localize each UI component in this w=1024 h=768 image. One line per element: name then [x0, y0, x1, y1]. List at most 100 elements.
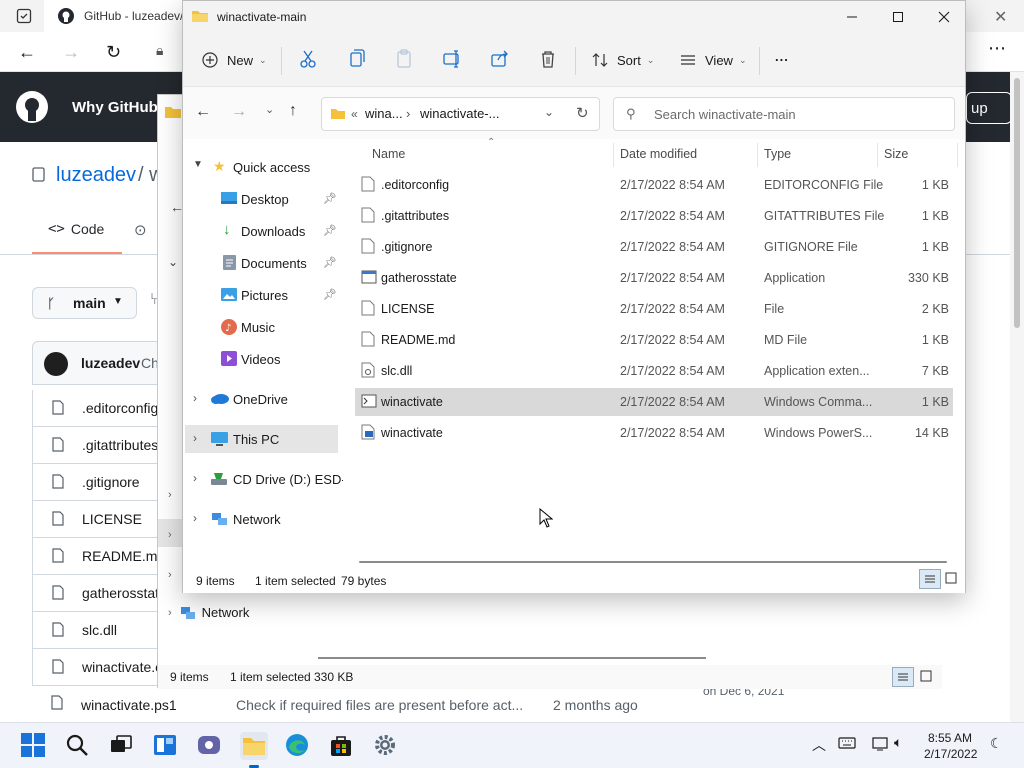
address-overflow-icon[interactable]: «: [351, 107, 358, 121]
details-view-icon[interactable]: [892, 667, 914, 687]
repo-owner-link[interactable]: luzeadev: [56, 164, 136, 187]
chevron-right-icon[interactable]: ›: [168, 569, 172, 581]
back-arrow-icon[interactable]: ←: [195, 103, 211, 121]
chevron-right-icon[interactable]: ›: [168, 489, 172, 501]
store-icon[interactable]: [328, 732, 356, 760]
browser-scroll-thumb[interactable]: [1014, 78, 1020, 328]
pin-icon[interactable]: 📌︎: [323, 288, 337, 301]
column-separator[interactable]: [957, 143, 958, 167]
minimize-button[interactable]: [829, 1, 875, 33]
file-row[interactable]: LICENSE 2/17/2022 8:54 AM File 2 KB: [355, 295, 953, 323]
recent-locations-icon[interactable]: ⌄: [265, 103, 274, 116]
nav-item-cd-drive[interactable]: › CD Drive (D:) ESD-IS: [183, 465, 358, 493]
file-name[interactable]: .gitattributes: [82, 437, 158, 453]
details-view-icon[interactable]: [919, 569, 941, 589]
file-row[interactable]: winactivate 2/17/2022 8:54 AM Windows Powe…: [355, 419, 953, 447]
pin-icon[interactable]: 📌︎: [323, 256, 337, 269]
file-name[interactable]: .editorconfig: [82, 400, 158, 416]
tiles-view-icon[interactable]: [941, 569, 963, 589]
file-name[interactable]: LICENSE: [82, 511, 142, 527]
file-name[interactable]: README.md: [82, 548, 165, 564]
notification-moon-icon[interactable]: ☾: [990, 735, 1003, 752]
copy-icon[interactable]: [343, 46, 369, 72]
pin-icon[interactable]: 📌︎: [323, 224, 337, 237]
nav-item-this-pc[interactable]: › This PC: [185, 425, 338, 453]
file-row[interactable]: gatherosstate 2/17/2022 8:54 AM Applicatio…: [355, 264, 953, 292]
why-github-link[interactable]: Why GitHub: [72, 99, 158, 116]
table-row[interactable]: LICENSE: [32, 501, 162, 538]
chevron-right-icon[interactable]: ›: [168, 529, 172, 541]
chevron-up-icon[interactable]: ︿: [812, 735, 826, 755]
nav-item-onedrive[interactable]: › OneDrive: [183, 385, 341, 413]
browser-tab[interactable]: GitHub - luzeadev/: [44, 0, 194, 32]
file-row[interactable]: .gitattributes 2/17/2022 8:54 AM GITATTRIB…: [355, 202, 953, 230]
chevron-down-icon[interactable]: ⌄: [168, 255, 178, 269]
address-bar[interactable]: « wina... › winactivate-... ⌄ ↻: [321, 97, 600, 131]
search-input[interactable]: ⚲ Search winactivate-main: [613, 97, 955, 131]
close-button[interactable]: [921, 1, 967, 33]
edge-icon[interactable]: [284, 732, 312, 760]
github-logo-icon[interactable]: [16, 91, 48, 123]
rename-icon[interactable]: [439, 46, 465, 72]
view-button[interactable]: View ⌄: [679, 49, 747, 71]
file-row[interactable]: winactivate 2/17/2022 8:54 AM Windows Comm…: [355, 388, 953, 416]
refresh-icon[interactable]: ↻: [106, 42, 121, 63]
share-icon[interactable]: [487, 46, 513, 72]
file-row[interactable]: slc.dll 2/17/2022 8:54 AM Application exte…: [355, 357, 953, 385]
file-commit-message[interactable]: Check if required files are present befo…: [236, 697, 523, 713]
breadcrumb[interactable]: winactivate-...: [420, 106, 499, 121]
table-row[interactable]: gatherosstate: [32, 575, 167, 612]
table-row[interactable]: .editorconfig: [32, 390, 162, 427]
up-arrow-icon[interactable]: ↑: [289, 102, 297, 120]
column-header-name[interactable]: Name: [372, 147, 405, 161]
signup-button[interactable]: up: [966, 92, 1012, 124]
column-separator[interactable]: [613, 143, 614, 167]
avatar[interactable]: [44, 352, 68, 376]
maximize-button[interactable]: [875, 1, 921, 33]
nav-item-downloads[interactable]: ↓ Downloads 📌︎: [183, 217, 341, 245]
settings-gear-icon[interactable]: [372, 732, 400, 760]
nav-item-pictures[interactable]: Pictures 📌︎: [183, 281, 341, 309]
file-name[interactable]: slc.dll: [82, 622, 117, 638]
start-button-icon[interactable]: [20, 732, 48, 760]
branch-select-button[interactable]: ᚴ main ▼: [32, 287, 137, 319]
keyboard-icon[interactable]: [838, 736, 856, 750]
search-icon[interactable]: [64, 732, 92, 760]
clock-date[interactable]: 2/17/2022: [924, 747, 977, 761]
paste-icon[interactable]: [391, 46, 417, 72]
volume-icon[interactable]: 🔈︎: [894, 734, 902, 751]
horizontal-scrollbar[interactable]: [318, 657, 706, 659]
pin-icon[interactable]: 📌︎: [323, 192, 337, 205]
column-header-date[interactable]: Date modified: [620, 147, 697, 161]
new-button[interactable]: New ⌄: [201, 49, 267, 71]
breadcrumb[interactable]: wina...: [365, 106, 403, 121]
table-row[interactable]: .gitignore: [32, 464, 162, 501]
browser-menu-icon[interactable]: ⋯: [988, 38, 1007, 59]
nav-item-quick-access[interactable]: ▼ ★ Quick access: [183, 153, 341, 181]
refresh-icon[interactable]: ↻: [576, 104, 589, 122]
nav-item-documents[interactable]: Documents 📌︎: [183, 249, 341, 277]
table-row[interactable]: .gitattributes: [32, 427, 162, 464]
back-arrow-icon[interactable]: ←: [18, 42, 36, 63]
file-row[interactable]: .editorconfig 2/17/2022 8:54 AM EDITORCONF…: [355, 171, 953, 199]
file-name[interactable]: gatherosstate: [82, 585, 167, 601]
file-name[interactable]: winactivate.ps1: [81, 697, 177, 713]
table-row[interactable]: winactivate.c: [32, 649, 162, 686]
issues-icon[interactable]: ⊙: [134, 221, 147, 239]
file-row[interactable]: .gitignore 2/17/2022 8:54 AM GITIGNORE Fil…: [355, 233, 953, 261]
nav-item-network[interactable]: › Network: [168, 605, 249, 620]
file-name[interactable]: .gitignore: [82, 474, 140, 490]
cut-icon[interactable]: [295, 46, 321, 72]
nav-item-desktop[interactable]: Desktop 📌︎: [183, 185, 341, 213]
column-separator[interactable]: [757, 143, 758, 167]
browser-close-icon[interactable]: ✕: [994, 7, 1007, 27]
address-history-icon[interactable]: ⌄: [544, 105, 554, 119]
tab-code[interactable]: <> Code: [48, 221, 104, 237]
task-view-icon[interactable]: [108, 732, 136, 760]
table-row[interactable]: slc.dll: [32, 612, 162, 649]
column-separator[interactable]: [877, 143, 878, 167]
tiles-view-icon[interactable]: [916, 667, 938, 687]
nav-item-videos[interactable]: Videos: [183, 345, 341, 373]
column-header-type[interactable]: Type: [764, 147, 791, 161]
file-explorer-taskbar-icon[interactable]: [240, 732, 268, 760]
